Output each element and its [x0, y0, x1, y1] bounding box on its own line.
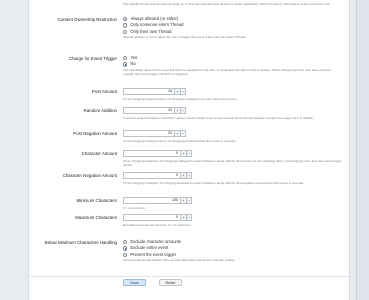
decrement-button[interactable]: − [186, 197, 192, 204]
max-chars-label: Maximum Characters [75, 215, 117, 220]
character-negation-input[interactable] [123, 172, 181, 179]
radio-icon[interactable] [123, 252, 128, 258]
post-amount-label: Post Amount [92, 89, 117, 94]
min-chars-input[interactable] [123, 197, 181, 204]
post-negation-hint: (If not charging) Charged when / (If cha… [123, 138, 237, 143]
decrement-button[interactable]: − [180, 88, 186, 95]
settings-panel: The specific forums that should use appl… [28, 0, 350, 300]
decrement-button[interactable]: − [186, 150, 192, 157]
charge-hint: The calculated value of this event will … [123, 67, 332, 77]
random-addition-input[interactable] [123, 107, 175, 114]
decrement-button[interactable]: − [180, 107, 186, 114]
page-scrollbar[interactable] [356, 0, 369, 300]
random-addition-hint: A random amount between 0 and this numbe… [123, 115, 314, 120]
charge-label: Charge for Event Trigger [68, 56, 117, 61]
post-amount-hint: (If not charging) Awarded when / (If cha… [123, 96, 238, 101]
decrement-button[interactable]: − [186, 214, 192, 221]
random-addition-label: Random Addition [83, 108, 117, 113]
below-min-label: Below Minimum Characters Handling [44, 240, 117, 245]
radio-icon[interactable] [123, 56, 128, 61]
decrement-button[interactable]: − [180, 130, 186, 137]
character-negation-label: Character Negation Amount [62, 173, 117, 178]
radio-icon[interactable] [123, 240, 128, 245]
radio-icon[interactable] [123, 62, 128, 67]
ownership-label: Content Ownership Restriction [57, 17, 117, 22]
radio-icon[interactable] [123, 246, 128, 251]
forums-hint: The specific forums that should use appl… [123, 2, 331, 6]
save-button[interactable]: Save [123, 279, 146, 286]
decrement-button[interactable]: − [186, 172, 192, 179]
character-amount-input[interactable] [123, 150, 181, 157]
max-chars-hint: Excedded amounts are ignored. 0 = no max… [123, 222, 192, 227]
post-negation-label: Post Negation Amount [73, 131, 117, 136]
below-min-hint: Choose what should happen if the amount … [123, 258, 235, 263]
ownership-hint: Specify whether or not to allow the user… [123, 35, 247, 40]
reset-button[interactable]: Reset [159, 279, 182, 286]
radio-icon[interactable] [123, 23, 128, 28]
radio-icon[interactable] [123, 17, 128, 22]
max-chars-input[interactable] [123, 214, 181, 221]
character-amount-label: Character Amount [81, 151, 117, 156]
radio-icon[interactable] [123, 29, 128, 35]
post-amount-input[interactable] [123, 88, 175, 95]
character-negation-hint: (If not charging) Charged / (If charging… [123, 180, 305, 185]
post-negation-input[interactable] [123, 130, 175, 137]
min-chars-label: Minimum Characters [76, 198, 118, 203]
form-footer-divider [29, 276, 349, 277]
character-amount-hint: (If not charging) Awarded / (If charging… [123, 158, 342, 167]
min-chars-hint: 0 = no minimum. [123, 205, 146, 210]
